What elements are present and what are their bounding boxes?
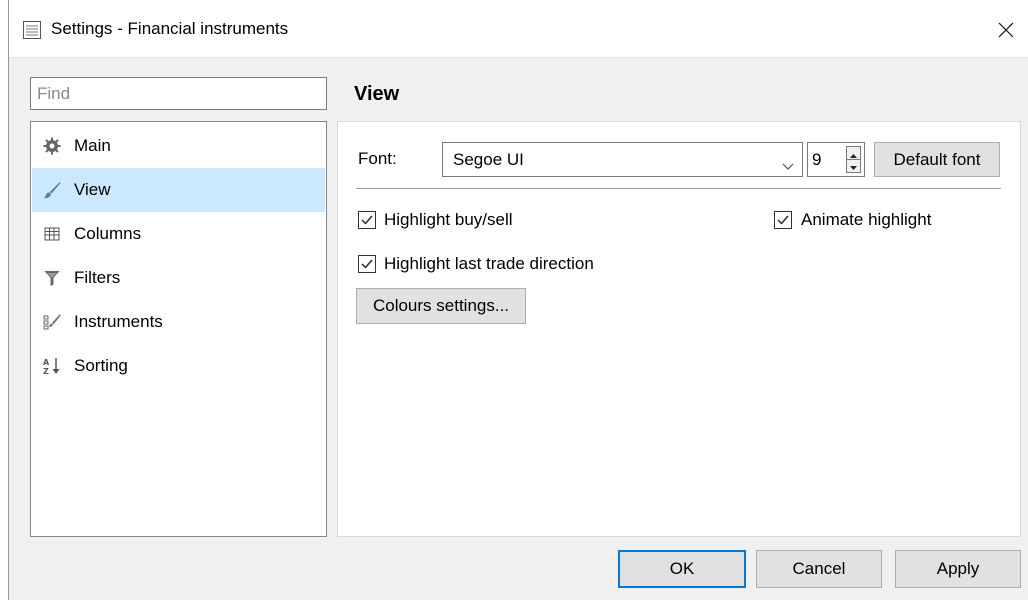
nav-item-label: Main — [74, 136, 111, 155]
checkmark-icon — [361, 259, 373, 269]
highlight-last-trade-checkbox[interactable] — [358, 255, 376, 273]
nav-item-filters[interactable]: Filters — [32, 256, 325, 300]
nav-item-label: Sorting — [74, 356, 128, 375]
nav-item-columns[interactable]: Columns — [32, 212, 325, 256]
gear-icon — [43, 137, 61, 155]
font-family-dropdown[interactable]: Segoe UI — [442, 142, 803, 177]
apply-button[interactable]: Apply — [895, 550, 1021, 588]
divider — [356, 188, 1001, 189]
font-label: Font: — [358, 149, 397, 168]
settings-nav-list: Main View Columns Filters Instruments A … — [30, 121, 327, 537]
spin-up-button[interactable] — [847, 147, 860, 160]
nav-item-label: View — [74, 180, 111, 199]
chevron-down-icon — [782, 156, 794, 176]
nav-item-label: Filters — [74, 268, 121, 287]
default-font-button[interactable]: Default font — [874, 142, 1000, 177]
checkmark-icon — [361, 215, 373, 225]
highlight-buy-sell-label[interactable]: Highlight buy/sell — [384, 210, 513, 230]
font-size-stepper[interactable]: 9 — [807, 142, 865, 177]
cancel-button[interactable]: Cancel — [756, 550, 882, 588]
animate-highlight-checkbox[interactable] — [774, 211, 792, 229]
title-bar: Settings - Financial instruments — [9, 0, 1028, 58]
colours-settings-button[interactable]: Colours settings... — [356, 288, 526, 324]
nav-item-label: Instruments — [74, 312, 163, 331]
highlight-last-trade-label[interactable]: Highlight last trade direction — [384, 254, 594, 274]
section-title: View — [354, 83, 400, 105]
app-icon — [23, 21, 41, 39]
ok-button[interactable]: OK — [618, 550, 746, 588]
arrow-down-icon — [850, 166, 857, 170]
font-family-value: Segoe UI — [453, 150, 524, 169]
spin-down-button[interactable] — [847, 160, 860, 172]
nav-item-instruments[interactable]: Instruments — [32, 300, 325, 344]
animate-highlight-label[interactable]: Animate highlight — [801, 210, 931, 230]
font-size-spinner — [846, 146, 861, 173]
window-title: Settings - Financial instruments — [51, 19, 289, 38]
nav-item-view[interactable]: View — [32, 168, 325, 212]
close-button[interactable] — [983, 0, 1028, 58]
nav-item-sorting[interactable]: A Z Sorting — [32, 344, 325, 388]
svg-text:Z: Z — [43, 367, 49, 375]
instruments-icon — [43, 313, 61, 331]
nav-item-label: Columns — [74, 224, 142, 243]
checkmark-icon — [777, 215, 789, 225]
nav-item-main[interactable]: Main — [32, 124, 325, 168]
sort-az-icon: A Z — [43, 357, 61, 376]
filter-icon — [43, 269, 61, 287]
view-settings-panel: Font: Segoe UI 9 Default font Highlight … — [337, 121, 1021, 537]
svg-text:A: A — [43, 358, 50, 367]
highlight-buy-sell-checkbox[interactable] — [358, 211, 376, 229]
font-size-value: 9 — [812, 150, 822, 169]
brush-icon — [43, 181, 61, 199]
columns-icon — [43, 225, 61, 243]
find-input[interactable] — [30, 77, 327, 110]
settings-dialog: Settings - Financial instruments Find Ma… — [8, 0, 1028, 600]
close-icon — [998, 22, 1014, 38]
